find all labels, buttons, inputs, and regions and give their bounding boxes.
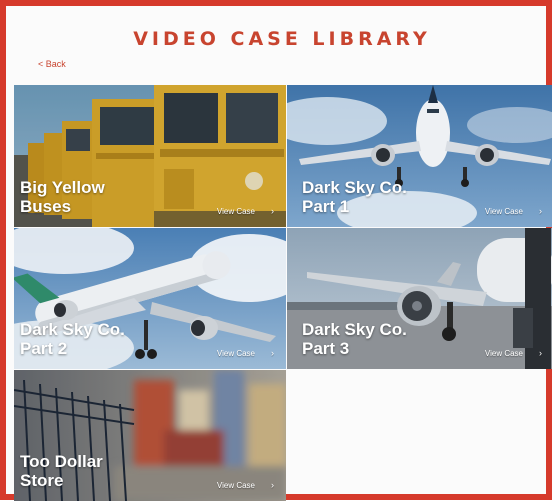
case-tile-dark-sky-part-1[interactable]: Dark Sky Co. Part 1 View Case ›	[287, 85, 552, 227]
view-case-link[interactable]: View Case ›	[485, 348, 542, 358]
case-tile-dark-sky-part-3[interactable]: Dark Sky Co. Part 3 View Case ›	[287, 228, 552, 369]
case-tile-dark-sky-part-2[interactable]: Dark Sky Co. Part 2 View Case ›	[14, 228, 286, 369]
chevron-right-icon: ›	[271, 348, 274, 358]
view-case-label: View Case	[484, 349, 523, 358]
view-case-label: View Case	[216, 481, 255, 490]
view-case-label: View Case	[484, 207, 523, 216]
case-title: Dark Sky Co. Part 2	[20, 320, 125, 358]
case-title: Too Dollar Store	[20, 452, 103, 490]
view-case-label: View Case	[216, 207, 255, 216]
chevron-right-icon: ›	[271, 480, 274, 490]
view-case-link[interactable]: View Case ›	[217, 480, 274, 490]
case-title: Dark Sky Co. Part 3	[302, 320, 407, 358]
case-tile-big-yellow-buses[interactable]: Big Yellow Buses View Case ›	[14, 85, 286, 227]
page-title: VIDEO CASE LIBRARY	[133, 28, 431, 50]
chevron-right-icon: ›	[271, 206, 274, 216]
case-title: Dark Sky Co. Part 1	[302, 178, 407, 216]
chevron-right-icon: ›	[539, 206, 542, 216]
view-case-link[interactable]: View Case ›	[485, 206, 542, 216]
app-frame: VIDEO CASE LIBRARY < Back Big Yellow Bus…	[0, 0, 552, 501]
view-case-link[interactable]: View Case ›	[217, 206, 274, 216]
back-link[interactable]: < Back	[38, 59, 66, 69]
view-case-label: View Case	[216, 349, 255, 358]
view-case-link[interactable]: View Case ›	[217, 348, 274, 358]
chevron-right-icon: ›	[539, 348, 542, 358]
case-title: Big Yellow Buses	[20, 178, 105, 216]
case-tile-too-dollar-store[interactable]: Too Dollar Store View Case ›	[14, 370, 286, 501]
